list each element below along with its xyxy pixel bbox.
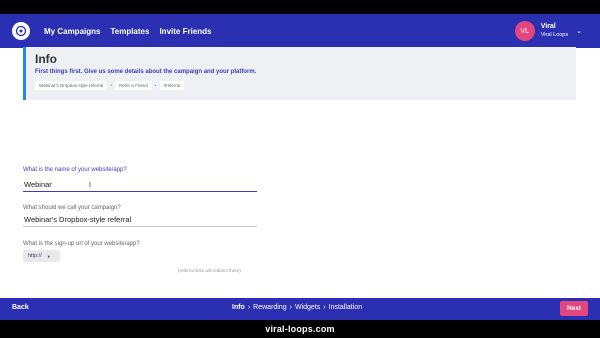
info-panel: Info First things first. Give us some de…: [23, 47, 576, 100]
footer-bar: Back Info › Rewarding › Widgets › Instal…: [0, 298, 600, 320]
app-frame: My Campaigns Templates Invite Friends VL…: [0, 0, 600, 338]
breadcrumb: Webinar's Dropbox-style referral • Refer…: [35, 81, 567, 90]
website-name-label: What is the name of your website/app?: [23, 167, 127, 173]
watermark: viral-loops.com: [265, 324, 335, 334]
text-cursor-icon: I: [89, 182, 91, 189]
step-info[interactable]: Info: [232, 304, 245, 311]
user-info: Viral Viral Loops: [541, 23, 568, 39]
signup-url-label: What is the sign-up url of your website/…: [23, 241, 140, 247]
protocol-select[interactable]: http:// ▼: [23, 250, 60, 262]
caret-down-icon: ▼: [46, 253, 51, 259]
step-rewarding[interactable]: Rewarding: [253, 304, 286, 311]
chevron-right-icon: ›: [247, 304, 251, 311]
nav-templates[interactable]: Templates: [110, 27, 149, 36]
crumb-separator: •: [110, 82, 113, 89]
nav-my-campaigns[interactable]: My Campaigns: [44, 27, 100, 36]
step-installation[interactable]: Installation: [329, 304, 362, 311]
crumb-separator: •: [154, 82, 157, 89]
signup-url-hint: (referral links will redirect there): [178, 268, 241, 273]
crumb-template: Refer a Friend: [115, 81, 152, 90]
avatar[interactable]: VL: [514, 21, 535, 41]
user-menu[interactable]: VL Viral Viral Loops ⌄: [514, 21, 582, 41]
user-name: Viral: [540, 23, 556, 30]
nav-invite-friends[interactable]: Invite Friends: [159, 27, 211, 36]
protocol-value: http://: [28, 253, 42, 259]
step-progress: Info › Rewarding › Widgets › Installatio…: [232, 304, 362, 311]
viral-loops-logo-icon[interactable]: [12, 22, 30, 40]
crumb-campaign: Webinar's Dropbox-style referral: [35, 81, 108, 90]
user-org: Viral Loops: [540, 32, 569, 38]
step-widgets[interactable]: Widgets: [295, 304, 320, 311]
chevron-right-icon: ›: [289, 304, 292, 311]
next-button[interactable]: Next: [560, 301, 588, 316]
back-button[interactable]: Back: [12, 304, 29, 311]
campaign-name-label: What should we call your campaign?: [23, 205, 121, 211]
website-name-input[interactable]: Webinar: [23, 178, 257, 192]
crumb-tag: #referral: [159, 81, 185, 90]
info-subtitle: First things first. Give us some details…: [35, 69, 257, 75]
page-title: Info: [35, 52, 57, 66]
chevron-down-icon[interactable]: ⌄: [576, 27, 582, 35]
top-navbar: My Campaigns Templates Invite Friends VL…: [0, 14, 600, 48]
campaign-name-input[interactable]: Webinar's Dropbox-style referral: [23, 213, 257, 227]
chevron-right-icon: ›: [323, 304, 326, 311]
